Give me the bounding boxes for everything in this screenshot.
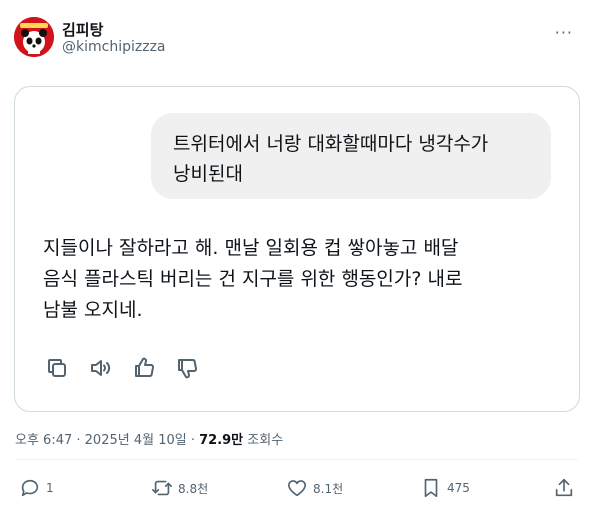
reply-text: 지들이나 잘하라고 해. 맨날 일회용 컵 쌓아놓고 배달 음식 플라스틱 버리… — [43, 233, 462, 326]
bookmark-count: 475 — [447, 481, 470, 495]
like-count: 8.1천 — [313, 481, 344, 496]
reply-line-2: 음식 플라스틱 버리는 건 지구를 위한 행동인가? 내로 — [43, 268, 463, 290]
speaker-icon[interactable] — [88, 356, 112, 380]
divider — [15, 459, 578, 460]
quoted-message-bubble: 트위터에서 너랑 대화할때마다 냉각수가 낭비된대 — [151, 113, 551, 199]
quoted-message-text: 트위터에서 너랑 대화할때마다 냉각수가 낭비된대 — [173, 129, 488, 189]
panda-avatar-icon — [14, 17, 54, 57]
share-icon — [555, 478, 573, 497]
more-icon[interactable]: ··· — [555, 23, 573, 42]
like-button[interactable]: 8.1천 — [286, 476, 343, 500]
share-button[interactable] — [553, 476, 575, 500]
chat-card: 트위터에서 너랑 대화할때마다 냉각수가 낭비된대 지들이나 잘하라고 해. 맨… — [14, 86, 580, 412]
quoted-line-1: 트위터에서 너랑 대화할때마다 냉각수가 — [173, 133, 489, 155]
reply-button[interactable]: 1 — [19, 476, 54, 500]
view-label: 조회수 — [247, 433, 284, 448]
quoted-line-2: 낭비된대 — [173, 163, 243, 185]
author-handle[interactable]: @kimchipizzza — [62, 39, 166, 55]
heart-icon — [287, 480, 307, 497]
repost-button[interactable]: 8.8천 — [151, 476, 208, 500]
view-count: 72.9만 — [199, 433, 244, 448]
avatar[interactable] — [14, 17, 54, 57]
bookmark-icon — [424, 478, 438, 498]
reply-line-3: 남불 오지네. — [43, 299, 143, 321]
author-name[interactable]: 김피탕 — [62, 19, 103, 40]
tweet-header: 김피탕 @kimchipizzza ··· — [14, 17, 577, 61]
engagement-bar: 1 8.8천 8.1천 475 — [0, 476, 591, 500]
bookmark-button[interactable]: 475 — [420, 476, 470, 500]
reply-count: 1 — [46, 481, 54, 495]
reply-line-1: 지들이나 잘하라고 해. 맨날 일회용 컵 쌓아놓고 배달 — [43, 237, 459, 259]
repost-count: 8.8천 — [178, 481, 209, 496]
tweet-time[interactable]: 오후 6:47 — [15, 433, 72, 448]
tweet-meta: 오후 6:47 · 2025년 4월 10일 · 72.9만 조회수 — [15, 433, 284, 448]
copy-icon[interactable] — [45, 356, 69, 380]
thumbs-down-icon[interactable] — [175, 356, 199, 380]
thumbs-up-icon[interactable] — [132, 356, 156, 380]
repost-icon — [152, 480, 172, 496]
reply-icon — [21, 479, 39, 497]
tweet-date[interactable]: 2025년 4월 10일 — [85, 433, 187, 448]
